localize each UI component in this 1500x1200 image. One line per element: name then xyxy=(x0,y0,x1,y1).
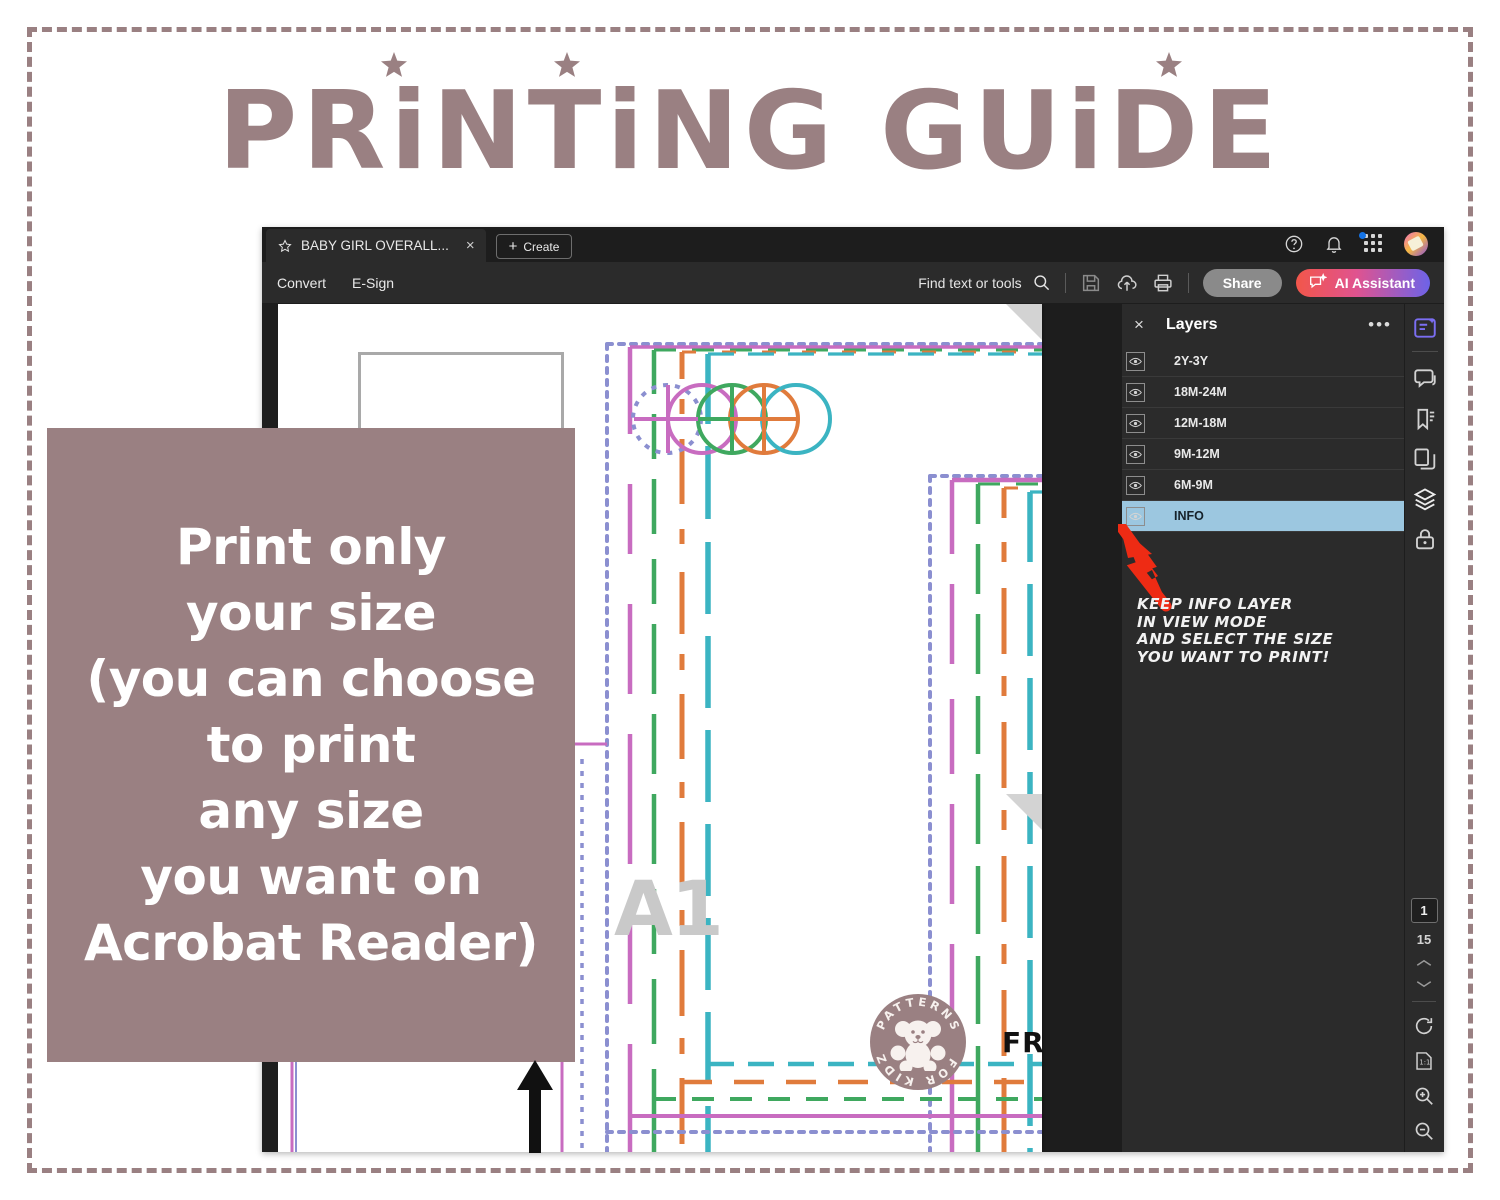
ai-edit-icon[interactable] xyxy=(1412,315,1438,341)
layer-name: 2Y-3Y xyxy=(1174,354,1209,368)
controls-divider xyxy=(1412,1001,1436,1002)
layer-row[interactable]: 2Y-3Y xyxy=(1122,346,1404,377)
ai-assistant-button[interactable]: AI Assistant xyxy=(1295,268,1430,297)
search-placeholder: Find text or tools xyxy=(918,274,1022,291)
right-tool-rail: 1 15 1:1 xyxy=(1404,304,1444,1152)
layer-visibility-toggle[interactable] xyxy=(1126,413,1145,433)
layer-name: INFO xyxy=(1174,509,1204,523)
cut-instruction-text: FR xyxy=(1002,1026,1045,1059)
layer-visibility-toggle[interactable] xyxy=(1126,475,1145,495)
layers-panel-header: × Layers ••• xyxy=(1122,304,1404,346)
layer-name: 12M-18M xyxy=(1174,416,1227,430)
layers-panel: × Layers ••• 2Y-3Y 18M-24M 12M-18M 9M-12… xyxy=(1122,304,1404,1152)
rail-divider xyxy=(1411,351,1438,352)
layer-row[interactable]: 12M-18M xyxy=(1122,408,1404,439)
main-toolbar: Convert E-Sign Find text or tools Share … xyxy=(262,262,1444,304)
svg-text:PATTERNS: PATTERNS xyxy=(874,995,964,1035)
layer-visibility-toggle[interactable] xyxy=(1126,351,1145,371)
page-thumbnails-icon[interactable] xyxy=(1412,446,1438,472)
document-tab-title: BABY GIRL OVERALL... xyxy=(301,238,449,253)
page-title: PRiNTiNG GUiDE xyxy=(0,52,1500,186)
current-page-input[interactable]: 1 xyxy=(1410,898,1438,923)
instruction-note-box: Print only your size (you can choose to … xyxy=(47,428,575,1062)
layer-visibility-toggle[interactable] xyxy=(1126,382,1145,402)
create-button[interactable]: + Create xyxy=(495,234,573,259)
layer-row[interactable]: 6M-9M xyxy=(1122,470,1404,501)
layers-icon[interactable] xyxy=(1411,486,1438,512)
note-line: Print only xyxy=(175,518,447,576)
chevron-up-icon[interactable] xyxy=(1415,958,1433,968)
note-line: to print xyxy=(206,716,416,774)
svg-text:1:1: 1:1 xyxy=(1419,1058,1430,1066)
avatar[interactable] xyxy=(1404,232,1428,256)
upload-cloud-icon[interactable] xyxy=(1116,272,1138,294)
pattern-piece-label: A1 xyxy=(614,864,724,953)
layer-visibility-toggle[interactable] xyxy=(1126,444,1145,464)
close-panel-button[interactable]: × xyxy=(1134,315,1144,335)
page-title-text: PRiNTiNG GUiDE xyxy=(218,69,1282,194)
layer-row[interactable]: 18M-24M xyxy=(1122,377,1404,408)
zoom-in-icon[interactable] xyxy=(1413,1085,1435,1107)
layer-visibility-toggle[interactable] xyxy=(1126,506,1145,526)
brand-badge: PATTERNS FOR KIDZ PATTERNS FOR KID xyxy=(870,994,966,1090)
ai-assistant-label: AI Assistant xyxy=(1334,274,1415,291)
actual-size-icon[interactable]: 1:1 xyxy=(1413,1050,1435,1072)
star-accent-icon xyxy=(381,52,408,77)
app-grid-icon[interactable] xyxy=(1359,232,1384,254)
save-icon[interactable] xyxy=(1080,272,1102,294)
share-button[interactable]: Share xyxy=(1202,268,1282,297)
comment-icon[interactable] xyxy=(1412,366,1438,392)
search-input[interactable]: Find text or tools xyxy=(918,273,1051,292)
panel-options-button[interactable]: ••• xyxy=(1368,315,1392,335)
note-line: (you can choose xyxy=(86,650,536,708)
pointer-arrow-up-icon xyxy=(517,1060,553,1153)
page-fold-corner xyxy=(1006,794,1042,830)
page-fold-corner xyxy=(1006,304,1042,340)
layer-name: 6M-9M xyxy=(1174,478,1213,492)
close-tab-button[interactable]: × xyxy=(466,238,475,253)
toolbar-divider xyxy=(1064,272,1066,293)
help-icon[interactable] xyxy=(1284,234,1304,254)
search-icon[interactable] xyxy=(1032,273,1051,292)
page-navigation-controls: 1 15 1:1 xyxy=(1404,898,1444,1152)
svg-text:FOR KIDZ: FOR KIDZ xyxy=(872,1049,960,1089)
plus-icon: + xyxy=(508,238,518,255)
header-actions xyxy=(1284,232,1444,262)
layers-panel-title: Layers xyxy=(1165,316,1218,333)
bookmark-icon[interactable] xyxy=(1412,406,1438,432)
chevron-down-icon[interactable] xyxy=(1415,979,1433,989)
create-button-label: Create xyxy=(523,239,560,254)
total-pages-label: 15 xyxy=(1416,932,1432,947)
layer-row[interactable]: 9M-12M xyxy=(1122,439,1404,470)
badge-ring-text: PATTERNS FOR KIDZ PATTERNS FOR KID xyxy=(870,994,966,1090)
layers-list: 2Y-3Y 18M-24M 12M-18M 9M-12M 6M-9M INFO xyxy=(1122,346,1404,532)
note-line: your size xyxy=(185,584,437,642)
note-line: any size xyxy=(198,782,424,840)
star-icon[interactable] xyxy=(278,238,292,253)
star-accent-icon xyxy=(1156,52,1183,77)
toolbar-right-actions: Find text or tools Share AI Assistant xyxy=(918,268,1430,297)
annotation-text: KEEP INFO LAYER IN VIEW MODE AND SELECT … xyxy=(1137,595,1334,667)
layer-name: 18M-24M xyxy=(1174,385,1227,399)
layer-name: 9M-12M xyxy=(1174,447,1220,461)
print-icon[interactable] xyxy=(1152,272,1174,294)
menu-esign[interactable]: E-Sign xyxy=(352,275,394,291)
ai-sparkle-icon xyxy=(1309,273,1327,289)
tab-strip: BABY GIRL OVERALL... × + Create xyxy=(262,227,1444,262)
note-line: Acrobat Reader) xyxy=(83,914,539,972)
toolbar-divider xyxy=(1187,272,1189,293)
zoom-out-icon[interactable] xyxy=(1413,1120,1435,1142)
rotate-icon[interactable] xyxy=(1413,1015,1435,1037)
note-line: you want on xyxy=(140,848,482,906)
protect-lock-icon[interactable] xyxy=(1412,526,1438,552)
menu-convert[interactable]: Convert xyxy=(277,275,326,291)
star-accent-icon xyxy=(554,52,581,77)
document-tab[interactable]: BABY GIRL OVERALL... × xyxy=(266,229,486,262)
bell-icon[interactable] xyxy=(1324,234,1344,254)
